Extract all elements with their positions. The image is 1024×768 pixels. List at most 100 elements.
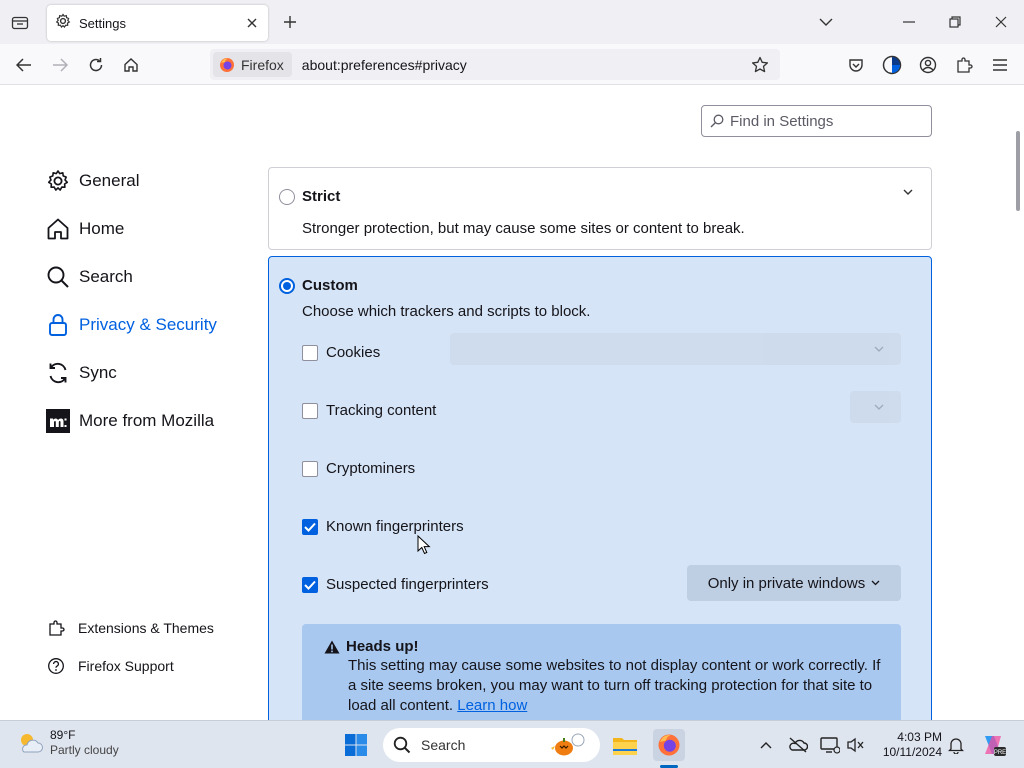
url-bar[interactable]: Firefox about:preferences#privacy xyxy=(210,49,780,80)
network-icon[interactable] xyxy=(818,733,842,757)
suspected-fingerprinters-label: Suspected fingerprinters xyxy=(326,576,489,593)
category-general[interactable]: General xyxy=(46,169,139,193)
firefox-support-link[interactable]: Firefox Support xyxy=(46,656,174,676)
menu-icon[interactable] xyxy=(987,52,1013,78)
account-icon[interactable] xyxy=(915,52,941,78)
category-home[interactable]: Home xyxy=(46,217,124,241)
category-label: Search xyxy=(79,267,133,286)
category-label: More from Mozilla xyxy=(79,411,215,430)
system-clock[interactable]: 4:03 PM 10/11/2024 xyxy=(872,730,942,760)
category-label: Home xyxy=(79,219,125,238)
partly-cloudy-icon xyxy=(16,730,44,756)
home-icon xyxy=(46,217,70,241)
settings-page: General Home Search Privacy & Security S… xyxy=(0,85,1024,720)
temperature: 89°F xyxy=(50,728,76,742)
url-text[interactable]: about:preferences#privacy xyxy=(302,57,746,73)
scrollbar-thumb[interactable] xyxy=(1016,131,1020,211)
tab-title: Settings xyxy=(79,15,126,31)
close-tab-icon[interactable] xyxy=(240,11,264,35)
tracking-content-label: Tracking content xyxy=(326,402,437,419)
restore-icon[interactable] xyxy=(940,8,970,36)
search-icon xyxy=(393,736,411,754)
reload-icon[interactable] xyxy=(83,52,109,78)
category-more-from-mozilla[interactable]: More from Mozilla xyxy=(46,409,214,433)
learn-how-link[interactable]: Learn how xyxy=(457,697,527,714)
chevron-down-icon[interactable] xyxy=(900,184,916,200)
find-in-settings[interactable] xyxy=(701,105,932,137)
tracking-content-select xyxy=(850,391,901,423)
weather-condition: Partly cloudy xyxy=(50,743,119,757)
warning-heading: Heads up! xyxy=(324,638,419,655)
search-icon xyxy=(710,114,724,128)
tracking-content-option[interactable]: Tracking content xyxy=(302,402,436,419)
copilot-icon[interactable]: PRE xyxy=(979,731,1007,759)
gear-icon xyxy=(55,12,71,34)
new-tab-icon[interactable] xyxy=(278,10,302,34)
privacy-report-icon[interactable] xyxy=(879,52,905,78)
firefox-logo-icon xyxy=(219,57,235,73)
taskbar-search-label: Search xyxy=(421,737,466,753)
close-window-icon[interactable] xyxy=(986,8,1016,36)
category-label: Sync xyxy=(79,363,117,382)
known-fingerprinters-checkbox[interactable] xyxy=(302,518,318,535)
known-fingerprinters-option[interactable]: Known fingerprinters xyxy=(302,518,464,535)
taskbar-search[interactable]: Search xyxy=(383,728,600,762)
extensions-themes-label: Extensions & Themes xyxy=(78,620,214,636)
pumpkin-icon xyxy=(548,732,586,758)
category-privacy[interactable]: Privacy & Security xyxy=(46,313,217,337)
extensions-icon xyxy=(46,618,66,638)
tab-settings[interactable]: Settings xyxy=(47,5,268,41)
firefox-support-label: Firefox Support xyxy=(78,658,174,674)
identity-box[interactable]: Firefox xyxy=(213,52,292,77)
custom-radio[interactable] xyxy=(279,278,295,294)
help-icon xyxy=(46,656,66,676)
notification-bell-icon[interactable] xyxy=(944,733,968,757)
cryptominers-option[interactable]: Cryptominers xyxy=(302,460,415,477)
suspected-fingerprinters-checkbox[interactable] xyxy=(302,576,318,593)
minimize-icon[interactable] xyxy=(894,8,924,36)
bookmark-star-icon[interactable] xyxy=(746,51,774,79)
category-label: Privacy & Security xyxy=(79,315,217,334)
custom-description: Choose which trackers and scripts to blo… xyxy=(302,303,591,320)
warning-body: This setting may cause some websites to … xyxy=(348,656,888,716)
chevron-down-icon xyxy=(871,580,880,586)
cryptominers-checkbox[interactable] xyxy=(302,460,318,477)
back-icon[interactable] xyxy=(11,52,37,78)
category-search[interactable]: Search xyxy=(46,265,133,289)
start-icon[interactable] xyxy=(340,729,372,761)
suspected-fingerprinters-select[interactable]: Only in private windows xyxy=(687,565,901,601)
firefox-taskbar-icon[interactable] xyxy=(653,729,685,761)
find-in-settings-input[interactable] xyxy=(730,112,920,130)
tab-list-icon[interactable] xyxy=(8,10,32,34)
suspected-fingerprinters-option[interactable]: Suspected fingerprinters xyxy=(302,576,489,593)
file-explorer-icon[interactable] xyxy=(609,729,641,761)
category-sync[interactable]: Sync xyxy=(46,361,117,385)
onedrive-offline-icon[interactable] xyxy=(786,733,810,757)
cookies-option[interactable]: Cookies xyxy=(302,344,380,361)
extensions-themes-link[interactable]: Extensions & Themes xyxy=(46,618,214,638)
strict-title: Strict xyxy=(302,188,341,205)
pocket-icon[interactable] xyxy=(843,52,869,78)
cookies-select xyxy=(450,333,901,365)
extensions-icon[interactable] xyxy=(951,52,977,78)
select-value: Only in private windows xyxy=(707,574,866,592)
tracking-content-checkbox[interactable] xyxy=(302,402,318,419)
cryptominers-label: Cryptominers xyxy=(326,460,416,477)
svg-text:PRE: PRE xyxy=(994,750,1006,756)
weather-widget[interactable]: 89°F Partly cloudy xyxy=(16,728,119,758)
strict-radio[interactable] xyxy=(279,189,295,205)
chevron-down-icon xyxy=(871,399,887,415)
mouse-cursor-icon xyxy=(417,535,431,555)
list-all-tabs-icon[interactable] xyxy=(811,8,841,36)
strict-option-card[interactable]: Strict Stronger protection, but may caus… xyxy=(268,167,932,250)
cookies-checkbox[interactable] xyxy=(302,344,318,361)
custom-option-card[interactable]: Custom Choose which trackers and scripts… xyxy=(268,256,932,720)
windows-taskbar: 89°F Partly cloudy Search 4:03 PM 10/11/… xyxy=(0,720,1024,768)
warning-title: Heads up! xyxy=(346,638,419,655)
chevron-up-icon[interactable] xyxy=(754,733,778,757)
volume-muted-icon[interactable] xyxy=(843,733,867,757)
forward-icon[interactable] xyxy=(47,52,73,78)
home-icon[interactable] xyxy=(118,52,144,78)
checkmark-icon xyxy=(304,522,316,532)
gear-icon xyxy=(46,169,70,193)
